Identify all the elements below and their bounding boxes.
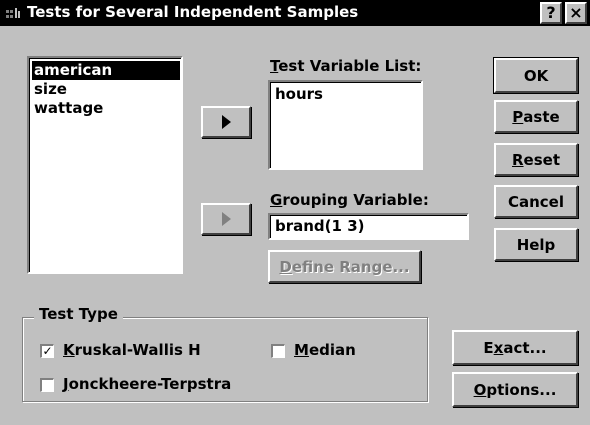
help-question-icon: ?: [546, 3, 556, 22]
list-item-size[interactable]: size: [32, 80, 67, 99]
kruskal-wallis-label[interactable]: Kruskal-Wallis H: [63, 341, 201, 359]
spss-app-icon: [6, 8, 20, 18]
median-checkbox[interactable]: [271, 344, 285, 358]
close-button[interactable]: ×: [565, 2, 587, 24]
checkmark-icon: ✓: [42, 344, 53, 358]
list-item-american[interactable]: american: [32, 61, 180, 80]
kruskal-wallis-checkbox[interactable]: ✓: [40, 344, 54, 358]
jonckheere-terpstra-label[interactable]: Jonckheere-Terpstra: [63, 375, 231, 393]
test-type-title: Test Type: [34, 305, 123, 323]
help-button[interactable]: Help: [494, 228, 578, 261]
test-variable-list[interactable]: hours: [268, 80, 423, 170]
right-arrow-icon: [221, 212, 231, 226]
paste-button[interactable]: Paste: [494, 100, 578, 133]
window-title: Tests for Several Independent Samples: [27, 3, 359, 21]
test-variable-list-label: Test Variable List:: [270, 57, 422, 75]
median-label[interactable]: Median: [294, 341, 356, 359]
reset-button[interactable]: Reset: [494, 143, 578, 176]
move-to-test-list-button[interactable]: [201, 106, 251, 138]
jonckheere-terpstra-checkbox[interactable]: [40, 378, 54, 392]
source-variable-list[interactable]: american size wattage: [27, 56, 183, 274]
exact-button[interactable]: Ex act...: [452, 330, 578, 365]
context-help-button[interactable]: ?: [540, 2, 562, 24]
grouping-variable-field[interactable]: brand(1 3): [268, 213, 469, 240]
options-button[interactable]: Options...: [452, 372, 578, 407]
title-bar[interactable]: Tests for Several Independent Samples ? …: [0, 0, 590, 26]
close-icon: ×: [569, 3, 583, 22]
grouping-variable-value: brand(1 3): [275, 217, 365, 235]
cancel-button[interactable]: Cancel: [494, 185, 578, 218]
list-item-wattage[interactable]: wattage: [32, 99, 103, 118]
define-range-button[interactable]: Define Range...: [268, 250, 421, 283]
move-to-grouping-button[interactable]: [201, 203, 251, 235]
dialog-window: Tests for Several Independent Samples ? …: [0, 0, 590, 425]
ok-button[interactable]: OK: [493, 57, 579, 94]
list-item-hours[interactable]: hours: [273, 85, 323, 104]
right-arrow-icon: [221, 115, 231, 129]
grouping-variable-label: Grouping Variable:: [270, 191, 429, 209]
